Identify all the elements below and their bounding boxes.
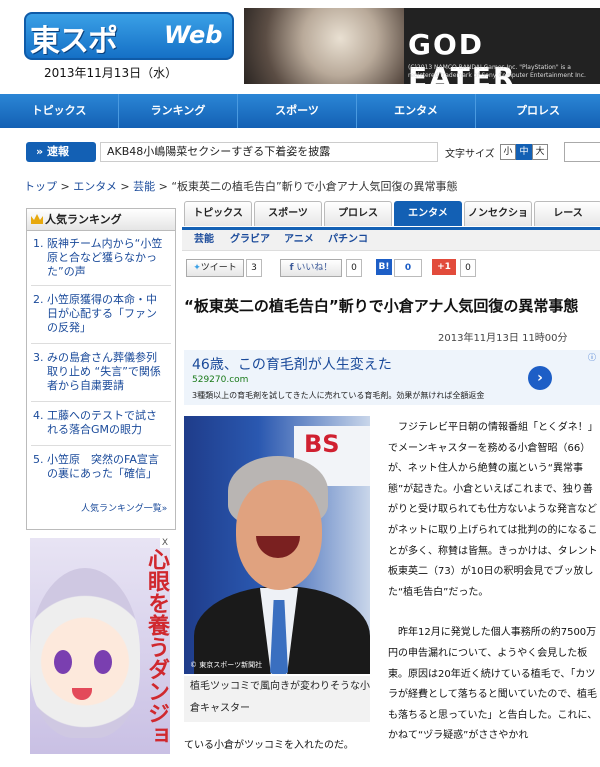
breadcrumb: トップ > エンタメ > 芸能 > “板東英二の植毛告白”斬りで小倉アナ人気回復… — [24, 178, 458, 194]
article-paragraph-tail: ている小倉がツッコミを入れたのだ。 — [184, 740, 354, 751]
twitter-icon: ✦ — [193, 263, 201, 273]
photo-credit: © 東京スポーツ新聞社 — [190, 661, 263, 669]
hatena-bookmark-button[interactable]: B! — [376, 259, 392, 275]
photo-caption: 植毛ツッコミで風向きが変わりそうな小倉キャスター — [184, 676, 370, 722]
font-size-label: 文字サイズ — [445, 149, 495, 160]
ranking-header: 人気ランキング — [27, 209, 175, 231]
banner-dragon-image — [244, 8, 404, 84]
anime-girl-image — [30, 568, 140, 738]
nav-prowrestling[interactable]: プロレス — [476, 94, 600, 128]
rank-number: 3. — [33, 351, 44, 364]
tab-entame[interactable]: エンタメ — [394, 201, 462, 226]
facebook-count: 0 — [346, 259, 362, 277]
breadcrumb-separator: > — [155, 180, 172, 193]
tweet-count: 3 — [246, 259, 262, 277]
site-logo[interactable]: 東スポ Web — [24, 12, 234, 64]
photo-sign-text: BS — [304, 430, 340, 458]
subtab-anime[interactable]: アニメ — [284, 230, 314, 250]
side-ad[interactable]: 心眼を養うダンジョ — [30, 538, 170, 754]
subtab-pachinko[interactable]: パチンコ — [328, 230, 368, 250]
text-ad[interactable]: 46歳、この育毛剤が人生変えた 529270.com 3種類以上の育毛剤を試して… — [184, 350, 600, 405]
double-chevron-icon: » — [36, 145, 44, 158]
breadcrumb-top[interactable]: トップ — [24, 180, 57, 193]
ranking-item-4[interactable]: 工藤へのテストで試される落合GMの眼力 — [47, 409, 165, 437]
font-size-small-button[interactable]: 小 — [500, 144, 516, 160]
nav-topics[interactable]: トピックス — [0, 94, 119, 128]
text-ad-url[interactable]: 529270.com — [192, 375, 248, 385]
eye-shape — [54, 650, 72, 674]
breaking-news-label: » 速報 — [26, 142, 96, 162]
facebook-icon: f — [289, 263, 294, 273]
breadcrumb-separator: > — [116, 180, 134, 193]
divider — [31, 343, 171, 344]
ranking-item-3[interactable]: みの島倉さん葬儀参列取り止め “失言”で関係者から自粛要請 — [47, 351, 165, 393]
chevron-right-icon[interactable]: › — [528, 366, 552, 390]
breaking-news-link[interactable]: AKB48小嶋陽菜セクシーすぎる下着姿を披露 — [100, 142, 438, 162]
nav-ranking[interactable]: ランキング — [119, 94, 238, 128]
divider — [31, 445, 171, 446]
logo-web-text: Web — [164, 21, 223, 49]
divider — [31, 401, 171, 402]
article-photo: BS © 東京スポーツ新聞社 — [184, 416, 370, 674]
text-ad-title[interactable]: 46歳、この育毛剤が人生変えた — [192, 354, 392, 374]
ad-info-icon[interactable]: ⓘ — [588, 352, 598, 362]
category-tabs: トピックス スポーツ プロレス エンタメ ノンセクション レース — [182, 201, 600, 243]
breadcrumb-entame[interactable]: エンタメ — [73, 180, 117, 193]
ranking-item-5[interactable]: 小笠原 突然のFA宣言の裏にあった「確信」 — [47, 453, 165, 481]
article-date: 2013年11月13日 11時00分 — [438, 333, 568, 344]
text-ad-description: 3種類以上の育毛剤を試してきた人に売れている育毛剤。効果が無ければ全額返金 — [192, 391, 485, 400]
facebook-like-button[interactable]: f いいね！ — [280, 259, 342, 277]
tab-prowrestling[interactable]: プロレス — [324, 201, 392, 226]
ranking-box: 人気ランキング 1. 阪神チーム内から“小笠原と合など獲らなかった”の声 2. … — [26, 208, 176, 530]
sub-tabs: 芸能 グラビア アニメ パチンコ — [182, 230, 600, 251]
breadcrumb-separator: > — [57, 180, 74, 193]
gplus-button[interactable]: +1 — [432, 259, 456, 275]
search-input[interactable] — [564, 142, 600, 162]
logo-text: 東スポ — [30, 24, 118, 59]
tab-sports[interactable]: スポーツ — [254, 201, 322, 226]
article-body: フジテレビ平日朝の情報番組「とくダネ！」でメーンキャスターを務める小倉智昭（66… — [388, 418, 598, 767]
ranking-item-1[interactable]: 阪神チーム内から“小笠原と合など獲らなかった”の声 — [47, 237, 165, 279]
ranking-item-2[interactable]: 小笠原獲得の本命・中日が心配する「ファンの反発」 — [47, 293, 165, 335]
ranking-more-link[interactable]: 人気ランキング一覧» — [81, 501, 167, 514]
hatena-count: 0 — [394, 259, 422, 277]
tab-topics[interactable]: トピックス — [184, 201, 252, 226]
photo-face — [236, 480, 322, 590]
eye-shape — [94, 650, 112, 674]
gplus-count: 0 — [460, 259, 476, 277]
tab-nonsection[interactable]: ノンセクション — [464, 201, 532, 243]
article-paragraph-1: フジテレビ平日朝の情報番組「とくダネ！」でメーンキャスターを務める小倉智昭（66… — [388, 422, 598, 598]
divider — [31, 285, 171, 286]
tweet-label: ツイート — [200, 263, 237, 273]
banner-copyright: (C)2013 NAMCO BANDAI Games Inc. "PlaySta… — [408, 64, 586, 79]
header-date: 2013年11月13日（水） — [44, 66, 178, 80]
rank-number: 4. — [33, 409, 44, 422]
breaking-label-text: 速報 — [46, 145, 69, 158]
top-banner-ad[interactable]: GOD EATER (C)2013 NAMCO BANDAI Games Inc… — [244, 8, 600, 84]
rank-number: 1. — [33, 237, 44, 250]
main-nav: トピックス ランキング スポーツ エンタメ プロレス — [0, 94, 600, 128]
tweet-button[interactable]: ✦ツイート — [186, 259, 244, 277]
subtab-gravure[interactable]: グラビア — [230, 230, 270, 250]
crown-icon — [31, 214, 43, 224]
nav-sports[interactable]: スポーツ — [238, 94, 357, 128]
article-headline: “板東英二の植毛告白”斬りで小倉アナ人気回復の異常事態 — [184, 297, 579, 315]
article-paragraph-2: 昨年12月に発覚した個人事務所の約7500万円の申告漏れについて、ようやく会見し… — [388, 627, 598, 742]
rank-number: 2. — [33, 293, 44, 306]
font-size-large-button[interactable]: 大 — [532, 144, 548, 160]
rank-number: 5. — [33, 453, 44, 466]
side-ad-text: 心眼を養うダンジョ — [144, 548, 169, 746]
tab-race[interactable]: レース — [534, 201, 600, 226]
facebook-label: いいね！ — [296, 263, 333, 273]
font-size-medium-button[interactable]: 中 — [516, 144, 532, 160]
ranking-title: 人気ランキング — [45, 213, 122, 226]
nav-entame[interactable]: エンタメ — [357, 94, 476, 128]
breadcrumb-geinou[interactable]: 芸能 — [133, 180, 155, 193]
subtab-geinou[interactable]: 芸能 — [194, 230, 214, 250]
close-icon[interactable]: X — [160, 538, 170, 548]
breadcrumb-current: “板東英二の植毛告白”斬りで小倉アナ人気回復の異常事態 — [171, 180, 458, 193]
